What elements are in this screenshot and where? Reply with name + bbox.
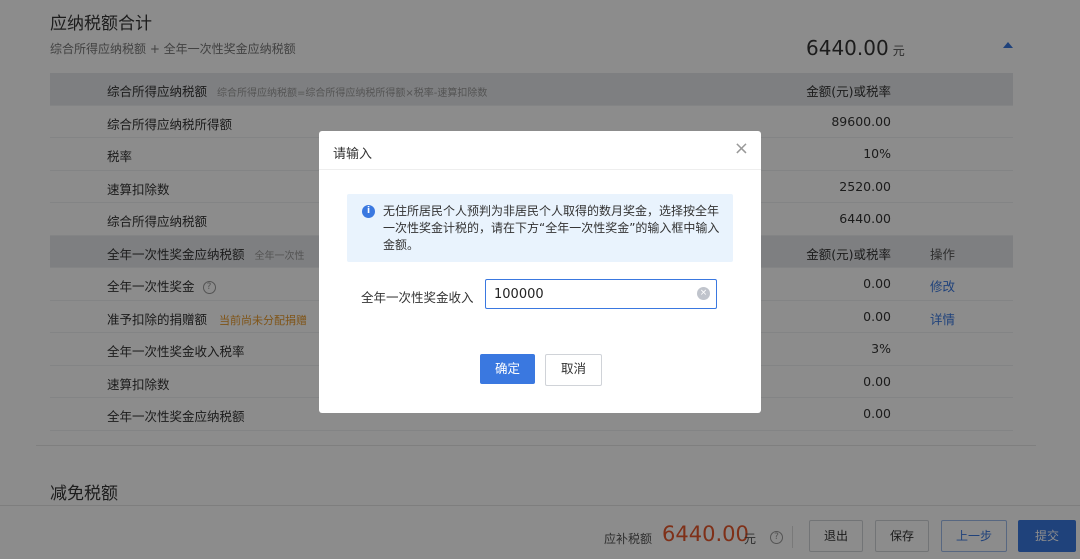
info-icon: i [362, 205, 375, 218]
dialog-title: 请输入 [333, 147, 373, 162]
bonus-income-label: 全年一次性奖金收入 [361, 290, 474, 305]
input-dialog: 请输入 × i 无住所居民个人预判为非居民个人取得的数月奖金，选择按全年一次性奖… [319, 131, 761, 413]
bonus-income-field[interactable]: × [485, 279, 717, 309]
confirm-button[interactable]: 确定 [480, 354, 535, 384]
info-notice: i 无住所居民个人预判为非居民个人取得的数月奖金，选择按全年一次性奖金计税的，请… [347, 194, 733, 262]
dialog-header-divider [319, 169, 761, 170]
notice-text: 无住所居民个人预判为非居民个人取得的数月奖金，选择按全年一次性奖金计税的，请在下… [383, 204, 720, 252]
bonus-income-input[interactable] [486, 280, 702, 308]
clear-input-icon[interactable]: × [697, 287, 710, 300]
cancel-button[interactable]: 取消 [545, 354, 602, 386]
close-icon[interactable]: × [734, 140, 749, 158]
